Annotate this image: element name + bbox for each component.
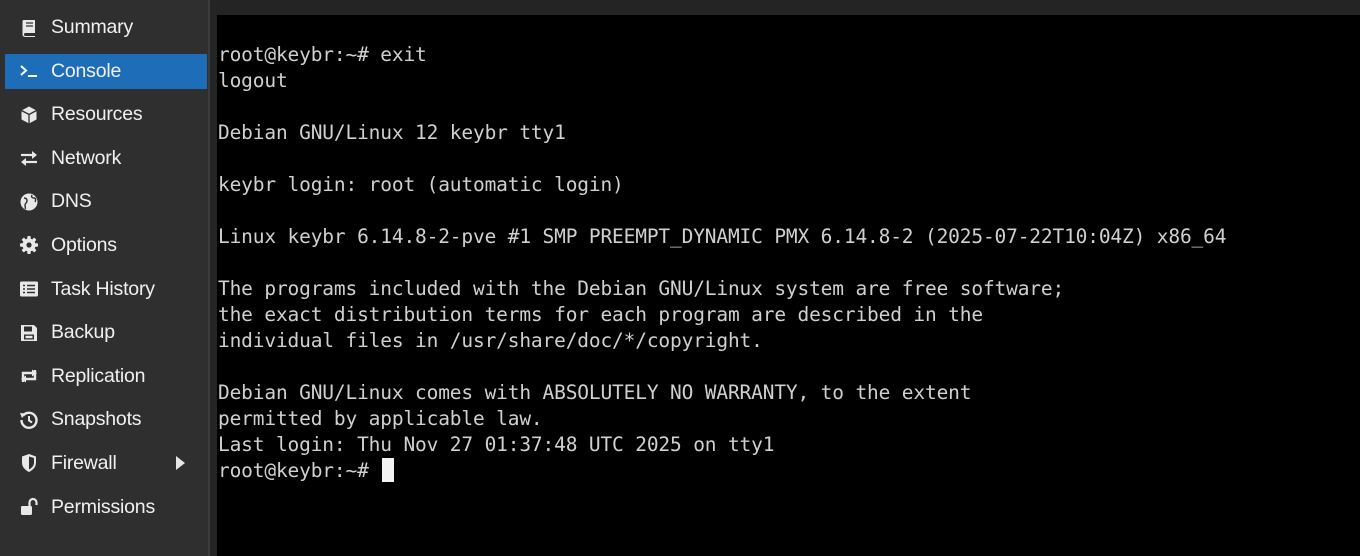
terminal-cursor	[382, 457, 395, 482]
terminal-output: root@keybr:~# exit logout Debian GNU/Lin…	[218, 42, 1226, 484]
sidebar: Summary Console Resources Network DNS Op…	[0, 0, 208, 556]
floppy-disk-icon	[18, 322, 40, 344]
sidebar-item-snapshots[interactable]: Snapshots	[5, 402, 207, 437]
sidebar-item-task-history[interactable]: Task History	[5, 272, 207, 307]
sidebar-item-label: DNS	[51, 190, 92, 213]
unlock-icon	[18, 496, 40, 518]
sidebar-item-summary[interactable]: Summary	[5, 10, 207, 45]
sidebar-divider[interactable]	[208, 0, 210, 556]
sidebar-item-label: Backup	[51, 321, 115, 344]
sidebar-item-console[interactable]: Console	[5, 53, 207, 89]
console-terminal[interactable]: root@keybr:~# exit logout Debian GNU/Lin…	[217, 15, 1360, 556]
sidebar-item-label: Firewall	[51, 451, 117, 474]
terminal-line: root@keybr:~# exit	[218, 43, 427, 66]
terminal-line: Last login: Thu Nov 27 01:37:48 UTC 2025…	[218, 433, 775, 456]
sidebar-item-label: Permissions	[51, 495, 155, 518]
terminal-line: permitted by applicable law.	[218, 407, 543, 430]
sidebar-nav: Summary Console Resources Network DNS Op…	[0, 10, 208, 533]
sidebar-item-label: Task History	[51, 277, 155, 300]
terminal-line: Linux keybr 6.14.8-2-pve #1 SMP PREEMPT_…	[218, 225, 1227, 248]
app-window: Summary Console Resources Network DNS Op…	[0, 0, 1360, 556]
terminal-prompt: root@keybr:~#	[218, 459, 381, 482]
terminal-prompt-line[interactable]: root@keybr:~#	[218, 457, 1226, 484]
shield-icon	[18, 452, 40, 474]
sidebar-item-label: Summary	[51, 16, 134, 38]
sidebar-item-resources[interactable]: Resources	[5, 97, 207, 132]
sidebar-item-options[interactable]: Options	[5, 228, 207, 263]
sidebar-item-label: Network	[51, 146, 122, 169]
book-icon	[18, 17, 40, 39]
sidebar-item-label: Console	[51, 59, 122, 82]
terminal-line: The programs included with the Debian GN…	[218, 277, 1065, 300]
history-icon	[18, 409, 40, 431]
sidebar-item-label: Options	[51, 233, 117, 256]
sidebar-item-backup[interactable]: Backup	[5, 315, 207, 350]
exchange-arrows-icon	[18, 147, 40, 169]
expand-arrow-icon[interactable]	[176, 456, 185, 471]
terminal-line: the exact distribution terms for each pr…	[218, 303, 983, 326]
sidebar-item-permissions[interactable]: Permissions	[5, 490, 207, 525]
retweet-icon	[18, 365, 40, 387]
terminal-line: individual files in /usr/share/doc/*/cop…	[218, 329, 763, 352]
list-icon	[18, 278, 40, 300]
terminal-line: keybr login: root (automatic login)	[218, 173, 624, 196]
sidebar-item-network[interactable]: Network	[5, 141, 207, 176]
sidebar-item-dns[interactable]: DNS	[5, 184, 207, 219]
terminal-line: Debian GNU/Linux 12 keybr tty1	[218, 121, 566, 144]
sidebar-item-firewall[interactable]: Firewall	[5, 446, 207, 481]
cube-icon	[18, 104, 40, 126]
sidebar-item-label: Snapshots	[51, 408, 142, 431]
globe-icon	[18, 191, 40, 213]
terminal-prompt-icon	[18, 60, 40, 82]
gear-icon	[18, 234, 40, 256]
sidebar-item-label: Resources	[51, 103, 143, 126]
terminal-line: logout	[218, 69, 288, 92]
sidebar-item-label: Replication	[51, 364, 146, 387]
sidebar-item-replication[interactable]: Replication	[5, 359, 207, 394]
terminal-line: Debian GNU/Linux comes with ABSOLUTELY N…	[218, 381, 972, 404]
